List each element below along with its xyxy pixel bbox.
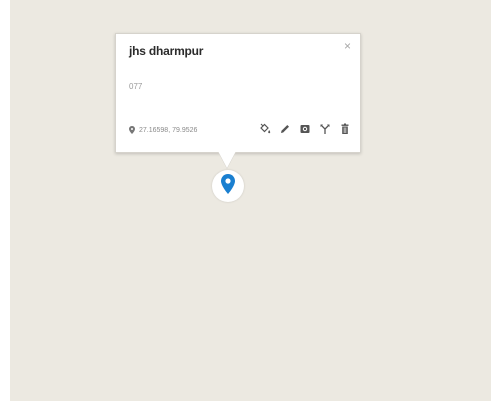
close-icon[interactable]: ×: [344, 40, 351, 52]
screenshot-frame: jhs dharmpur × 077 27.16598, 79.9526: [0, 0, 491, 405]
coordinates-row: 27.16598, 79.9526: [129, 126, 197, 134]
popup-title: jhs dharmpur: [129, 44, 204, 58]
map-marker[interactable]: [212, 170, 244, 202]
popup-description: 077: [129, 82, 143, 91]
map-canvas[interactable]: jhs dharmpur × 077 27.16598, 79.9526: [10, 0, 491, 401]
marker-info-popup: jhs dharmpur × 077 27.16598, 79.9526: [115, 33, 361, 153]
route-icon[interactable]: [319, 123, 331, 135]
trash-icon[interactable]: [339, 123, 351, 135]
location-pin-small-icon: [129, 126, 135, 134]
popup-toolbar: [259, 123, 351, 135]
popup-pointer: [218, 151, 236, 168]
camera-icon[interactable]: [299, 123, 311, 135]
location-pin-icon: [221, 173, 235, 199]
paint-bucket-icon[interactable]: [259, 123, 271, 135]
pencil-icon[interactable]: [279, 123, 291, 135]
coordinates-text: 27.16598, 79.9526: [139, 126, 198, 134]
